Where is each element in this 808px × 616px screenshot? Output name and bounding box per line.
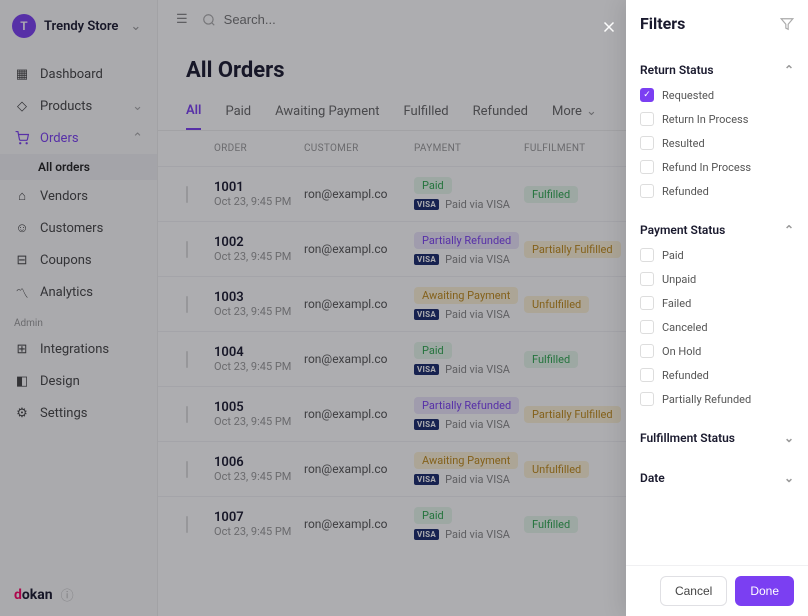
filter-option-label: Refunded xyxy=(662,369,709,382)
checkbox-icon xyxy=(640,248,654,262)
checkbox-icon xyxy=(640,392,654,406)
checkbox-icon xyxy=(640,368,654,382)
filter-option-label: Refund In Process xyxy=(662,161,751,174)
filter-title: Filters xyxy=(640,14,685,33)
checkbox-icon xyxy=(640,272,654,286)
filter-option-return-2[interactable]: Resulted xyxy=(640,131,794,155)
filter-option-return-3[interactable]: Refund In Process xyxy=(640,155,794,179)
checkbox-icon xyxy=(640,296,654,310)
filter-option-return-1[interactable]: Return In Process xyxy=(640,107,794,131)
filter-option-label: Failed xyxy=(662,297,691,310)
chevron-down-icon: ⌄ xyxy=(784,431,794,445)
filter-option-payment-5[interactable]: Refunded xyxy=(640,363,794,387)
checkbox-icon xyxy=(640,320,654,334)
cancel-button[interactable]: Cancel xyxy=(660,576,727,606)
checkbox-icon xyxy=(640,112,654,126)
checkbox-icon xyxy=(640,88,654,102)
filter-option-label: Canceled xyxy=(662,321,708,334)
filter-option-payment-6[interactable]: Partially Refunded xyxy=(640,387,794,411)
filter-section-fulfillment: Fulfillment Status ⌄ xyxy=(640,415,794,455)
filter-section-head-date[interactable]: Date ⌄ xyxy=(640,465,794,491)
checkbox-icon xyxy=(640,160,654,174)
close-filter-button[interactable] xyxy=(592,10,626,44)
filter-section-payment: Payment Status ⌃ Paid Unpaid Failed Cancele… xyxy=(640,207,794,415)
filter-option-label: Refunded xyxy=(662,185,709,198)
filter-option-payment-1[interactable]: Unpaid xyxy=(640,267,794,291)
filter-option-label: Partially Refunded xyxy=(662,393,751,406)
checkbox-icon xyxy=(640,184,654,198)
chevron-up-icon: ⌃ xyxy=(784,223,794,237)
filter-option-label: Requested xyxy=(662,89,714,102)
filter-body: Return Status ⌃ Requested Return In Proce… xyxy=(626,47,808,565)
filter-option-label: Resulted xyxy=(662,137,705,150)
filter-section-head-payment[interactable]: Payment Status ⌃ xyxy=(640,217,794,243)
filter-option-payment-0[interactable]: Paid xyxy=(640,243,794,267)
done-button[interactable]: Done xyxy=(735,576,794,606)
filter-section-date: Date ⌄ xyxy=(640,455,794,495)
chevron-down-icon: ⌄ xyxy=(784,471,794,485)
filter-option-payment-4[interactable]: On Hold xyxy=(640,339,794,363)
checkbox-icon xyxy=(640,344,654,358)
filter-panel: Filters Return Status ⌃ RequestedReturn … xyxy=(626,0,808,616)
filter-footer: Cancel Done xyxy=(626,565,808,616)
filter-icon[interactable] xyxy=(780,17,794,31)
chevron-up-icon: ⌃ xyxy=(784,63,794,77)
filter-option-payment-3[interactable]: Canceled xyxy=(640,315,794,339)
checkbox-icon xyxy=(640,136,654,150)
filter-option-label: Unpaid xyxy=(662,273,696,286)
filter-option-label: Paid xyxy=(662,249,684,262)
filter-section-head-fulfillment[interactable]: Fulfillment Status ⌄ xyxy=(640,425,794,451)
filter-option-label: On Hold xyxy=(662,345,701,358)
filter-option-return-4[interactable]: Refunded xyxy=(640,179,794,203)
filter-option-return-0[interactable]: Requested xyxy=(640,83,794,107)
filter-header: Filters xyxy=(626,0,808,47)
filter-section-head-return[interactable]: Return Status ⌃ xyxy=(640,57,794,83)
filter-option-payment-2[interactable]: Failed xyxy=(640,291,794,315)
filter-section-return: Return Status ⌃ Requested Return In Proce… xyxy=(640,47,794,207)
filter-option-label: Return In Process xyxy=(662,113,748,126)
